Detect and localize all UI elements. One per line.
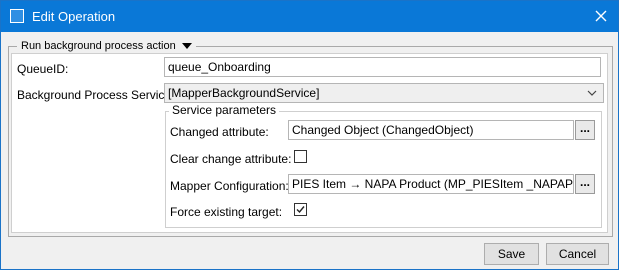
dropdown-caret-icon [181, 43, 192, 49]
cancel-button[interactable]: Cancel [546, 243, 609, 265]
service-parameters-legend: Service parameters [169, 103, 280, 117]
force-existing-target-label: Force existing target: [170, 205, 283, 219]
background-service-label: Background Process Service: [17, 88, 175, 102]
queue-id-label: QueueID: [17, 62, 69, 76]
edit-operation-dialog: Edit Operation Run background process ac… [0, 0, 619, 270]
changed-attribute-label: Changed attribute: [170, 125, 269, 139]
window-title: Edit Operation [32, 9, 116, 24]
save-button[interactable]: Save [484, 243, 539, 265]
force-existing-target-checkbox[interactable] [294, 203, 307, 216]
mapper-configuration-browse-button[interactable]: ... [575, 174, 595, 194]
close-icon [595, 10, 607, 22]
mapper-configuration-label: Mapper Configuration: [170, 179, 289, 193]
changed-attribute-browse-button[interactable]: ... [575, 120, 595, 140]
mapper-configuration-input[interactable]: PIES Item → NAPA Product (MP_PIESItem _N… [288, 174, 574, 194]
action-group-legend[interactable]: Run background process action [17, 39, 196, 53]
chevron-down-icon [587, 90, 597, 96]
background-service-value: [MapperBackgroundService] [168, 86, 320, 100]
checkmark-icon [296, 206, 305, 214]
close-button[interactable] [588, 4, 614, 28]
background-service-select[interactable]: [MapperBackgroundService] [164, 83, 604, 103]
clear-change-attribute-checkbox[interactable] [294, 150, 307, 163]
clear-change-attribute-label: Clear change attribute: [170, 152, 292, 166]
queue-id-input[interactable]: queue_Onboarding [164, 57, 601, 77]
action-group-title: Run background process action [21, 40, 176, 52]
changed-attribute-input[interactable]: Changed Object (ChangedObject) [288, 120, 574, 140]
title-bar[interactable]: Edit Operation [1, 1, 618, 32]
window-icon [10, 9, 24, 23]
